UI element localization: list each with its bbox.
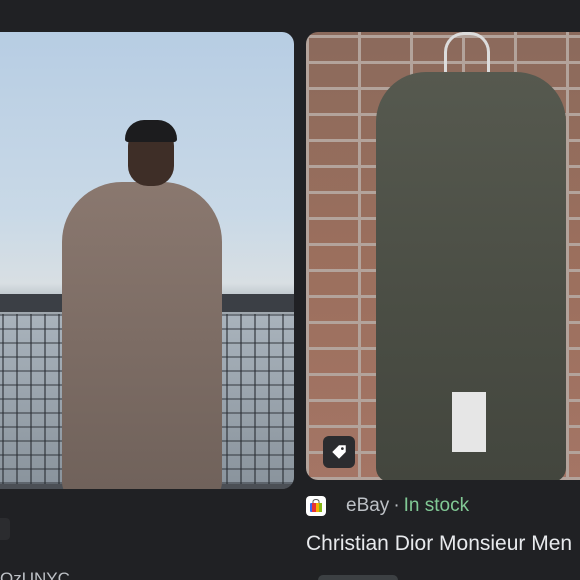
result-caption-left[interactable]: OzUNYC [0,569,70,580]
top-bar [0,0,580,30]
hat-shape [125,120,177,142]
tag-button[interactable] [323,436,355,468]
ebay-bag-icon [310,499,322,512]
source-name: eBay [346,495,390,516]
coat-shape [62,182,222,489]
source-separator: · [393,495,400,516]
next-result-chip[interactable] [318,575,398,580]
price-tag-icon [332,445,346,459]
lining-shape [452,392,486,452]
result-title[interactable]: Christian Dior Monsieur Men [306,532,572,556]
result-image-left[interactable] [0,32,294,489]
left-tag-button[interactable] [0,518,10,540]
image-results-page: eBay · In stock Christian Dior Monsieur … [0,0,580,580]
result-image-right[interactable] [306,32,580,480]
result-source-row[interactable]: eBay · In stock [306,492,469,520]
ebay-favicon [306,496,326,516]
stock-status: In stock [403,495,470,516]
